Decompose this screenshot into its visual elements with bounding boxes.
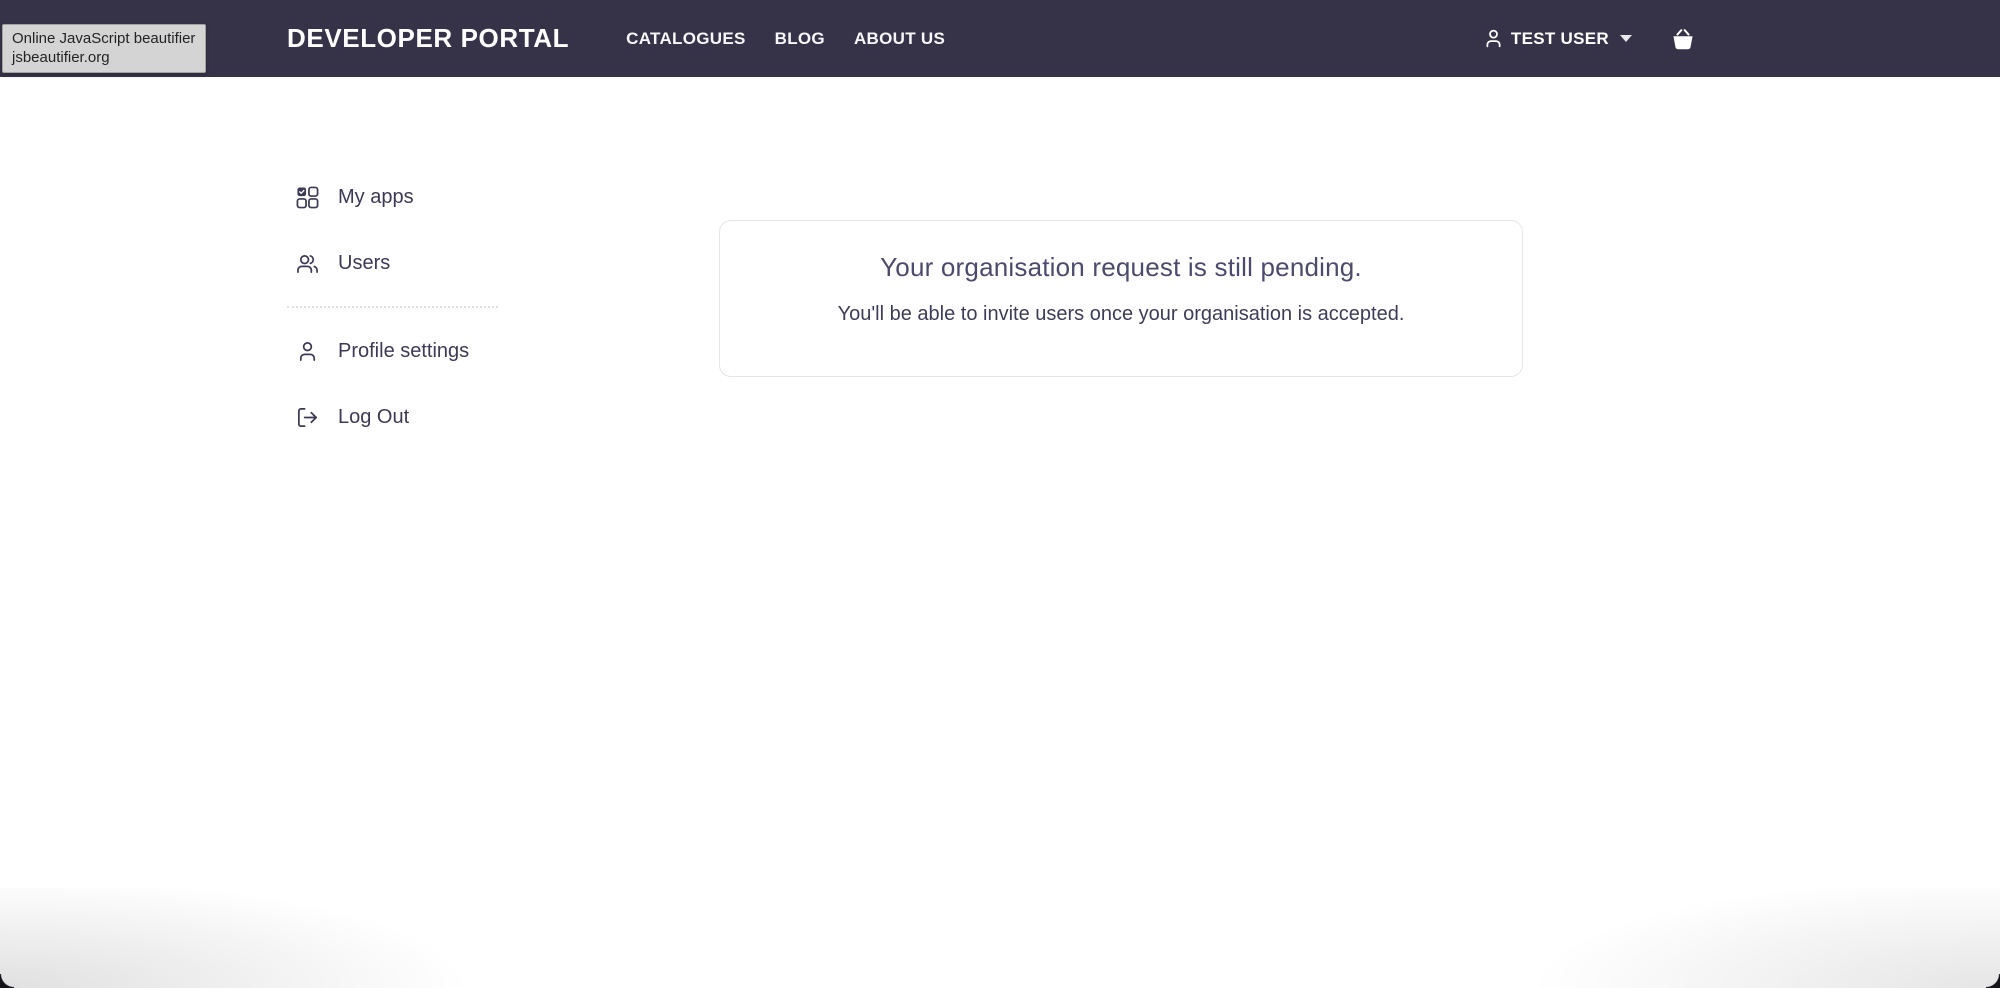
sidebar-item-users[interactable]: Users — [287, 241, 498, 285]
user-icon — [1483, 28, 1504, 49]
top-navbar: DEVELOPER PORTAL CATALOGUES BLOG ABOUT U… — [0, 0, 2000, 77]
window-corner-bottom-left — [0, 974, 14, 988]
browser-tooltip: Online JavaScript beautifier jsbeautifie… — [2, 24, 206, 73]
pending-title: Your organisation request is still pendi… — [720, 252, 1522, 283]
navbar-right-group: TEST USER — [1483, 25, 1697, 53]
sidebar-item-label: My apps — [338, 186, 414, 209]
pending-subtitle: You'll be able to invite users once your… — [720, 303, 1522, 326]
sidebar-item-label: Users — [338, 252, 390, 275]
pending-notice-card: Your organisation request is still pendi… — [719, 220, 1523, 377]
tooltip-line-1: Online JavaScript beautifier — [12, 29, 195, 48]
sidebar-item-my-apps[interactable]: My apps — [287, 175, 498, 219]
sidebar: My apps Users Profile settings — [287, 175, 498, 439]
nav-link-about-us[interactable]: ABOUT US — [854, 29, 945, 49]
basket-button[interactable] — [1669, 25, 1697, 53]
users-icon — [296, 252, 319, 275]
sidebar-item-label: Profile settings — [338, 340, 469, 363]
sidebar-item-log-out[interactable]: Log Out — [287, 395, 498, 439]
sidebar-item-profile-settings[interactable]: Profile settings — [287, 329, 498, 373]
user-menu-label: TEST USER — [1511, 29, 1609, 49]
primary-nav: CATALOGUES BLOG ABOUT US — [626, 29, 945, 49]
tooltip-line-2: jsbeautifier.org — [12, 48, 195, 67]
sidebar-item-label: Log Out — [338, 406, 409, 429]
nav-link-blog[interactable]: BLOG — [775, 29, 825, 49]
apps-grid-icon — [296, 186, 319, 209]
basket-icon — [1669, 25, 1697, 53]
logout-icon — [296, 406, 319, 429]
brand-title[interactable]: DEVELOPER PORTAL — [287, 23, 569, 54]
nav-link-catalogues[interactable]: CATALOGUES — [626, 29, 745, 49]
user-menu-dropdown[interactable]: TEST USER — [1483, 28, 1632, 49]
window-shadow-right — [1440, 888, 2000, 988]
sidebar-divider — [287, 306, 498, 308]
window-corner-bottom-right — [1986, 974, 2000, 988]
user-icon — [296, 340, 319, 363]
navbar-inner: DEVELOPER PORTAL CATALOGUES BLOG ABOUT U… — [287, 0, 1697, 77]
window-shadow-left — [0, 888, 560, 988]
chevron-down-icon — [1620, 35, 1632, 42]
